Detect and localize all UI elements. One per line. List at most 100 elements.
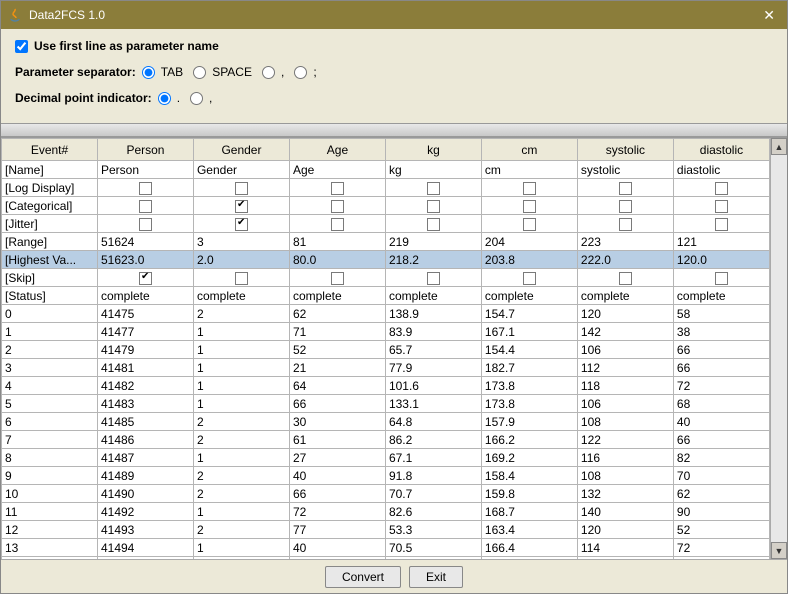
cell[interactable]: 223 [577, 233, 673, 251]
cell[interactable]: 122 [577, 431, 673, 449]
checkbox-cell[interactable] [235, 218, 248, 231]
cell[interactable]: kg [385, 161, 481, 179]
cell[interactable]: 40 [289, 467, 385, 485]
cell[interactable]: 120 [577, 521, 673, 539]
cell[interactable] [193, 179, 289, 197]
meta-row[interactable]: [Skip] [2, 269, 770, 287]
cell[interactable]: 80.0 [289, 251, 385, 269]
cell[interactable]: complete [193, 287, 289, 305]
checkbox-cell[interactable] [715, 200, 728, 213]
cell[interactable]: 41483 [97, 395, 193, 413]
cell[interactable]: 169.2 [481, 449, 577, 467]
cell[interactable]: 41475 [97, 305, 193, 323]
cell[interactable] [673, 197, 769, 215]
cell[interactable]: 168.7 [481, 503, 577, 521]
meta-row[interactable]: [Highest Va...51623.02.080.0218.2203.822… [2, 251, 770, 269]
cell[interactable]: 133.1 [385, 395, 481, 413]
checkbox-cell[interactable] [331, 182, 344, 195]
cell[interactable] [673, 269, 769, 287]
cell[interactable]: 116 [577, 449, 673, 467]
use-first-line-checkbox[interactable]: Use first line as parameter name [15, 39, 219, 53]
cell[interactable]: 132 [577, 485, 673, 503]
cell[interactable] [385, 215, 481, 233]
checkbox-cell[interactable] [523, 200, 536, 213]
cell[interactable]: 1 [193, 377, 289, 395]
cell[interactable]: 68 [673, 395, 769, 413]
cell[interactable]: 38 [673, 323, 769, 341]
data-row[interactable]: 14147717183.9167.114238 [2, 323, 770, 341]
data-row[interactable]: 24147915265.7154.410666 [2, 341, 770, 359]
data-row[interactable]: 441482164101.6173.811872 [2, 377, 770, 395]
cell[interactable] [97, 215, 193, 233]
cell[interactable]: 204 [481, 233, 577, 251]
cell[interactable]: 72 [289, 503, 385, 521]
cell[interactable]: 81 [289, 233, 385, 251]
checkbox-cell[interactable] [139, 272, 152, 285]
cell[interactable]: 66 [289, 485, 385, 503]
checkbox-cell[interactable] [619, 200, 632, 213]
cell[interactable]: 166.4 [481, 539, 577, 557]
cell[interactable]: 154.4 [481, 341, 577, 359]
cell[interactable]: 51623.0 [97, 251, 193, 269]
cell[interactable] [481, 269, 577, 287]
cell[interactable]: 66 [289, 395, 385, 413]
cell[interactable]: 21 [289, 359, 385, 377]
checkbox-cell[interactable] [523, 272, 536, 285]
cell[interactable] [385, 179, 481, 197]
data-row[interactable]: 64148523064.8157.910840 [2, 413, 770, 431]
checkbox-cell[interactable] [619, 218, 632, 231]
cell[interactable]: 121 [673, 233, 769, 251]
cell[interactable]: 83.9 [385, 323, 481, 341]
cell[interactable]: 1 [193, 395, 289, 413]
cell[interactable]: 77.9 [385, 359, 481, 377]
checkbox-cell[interactable] [715, 272, 728, 285]
cell[interactable]: 108 [577, 413, 673, 431]
cell[interactable]: 41490 [97, 485, 193, 503]
cell[interactable]: 173.8 [481, 377, 577, 395]
meta-row[interactable]: [Log Display] [2, 179, 770, 197]
cell[interactable]: 72 [673, 539, 769, 557]
cell[interactable]: 2 [193, 467, 289, 485]
cell[interactable]: 41494 [97, 539, 193, 557]
cell[interactable] [481, 215, 577, 233]
cell[interactable] [577, 269, 673, 287]
cell[interactable]: 61 [289, 431, 385, 449]
cell[interactable]: 2 [193, 305, 289, 323]
cell[interactable]: Person [97, 161, 193, 179]
cell[interactable]: 51624 [97, 233, 193, 251]
cell[interactable]: 66 [673, 341, 769, 359]
cell[interactable]: 114 [577, 539, 673, 557]
cell[interactable]: 163.4 [481, 521, 577, 539]
cell[interactable]: 90 [673, 503, 769, 521]
data-row[interactable]: 104149026670.7159.813262 [2, 485, 770, 503]
checkbox-cell[interactable] [331, 218, 344, 231]
cell[interactable]: 218.2 [385, 251, 481, 269]
cell[interactable]: 154.7 [481, 305, 577, 323]
cell[interactable]: 62 [673, 485, 769, 503]
cell[interactable]: 101.6 [385, 377, 481, 395]
data-row[interactable]: 84148712767.1169.211682 [2, 449, 770, 467]
meta-row[interactable]: [Status]completecompletecompletecomplete… [2, 287, 770, 305]
cell[interactable]: 108 [577, 467, 673, 485]
cell[interactable]: 77 [289, 521, 385, 539]
data-table[interactable]: Event#PersonGenderAgekgcmsystolicdiastol… [1, 138, 770, 559]
cell[interactable]: 41485 [97, 413, 193, 431]
column-header[interactable]: systolic [577, 139, 673, 161]
checkbox-cell[interactable] [235, 272, 248, 285]
cell[interactable]: 41492 [97, 503, 193, 521]
checkbox-cell[interactable] [139, 200, 152, 213]
cell[interactable]: 140 [577, 503, 673, 521]
checkbox-cell[interactable] [715, 218, 728, 231]
cell[interactable]: 1 [193, 449, 289, 467]
checkbox-cell[interactable] [427, 272, 440, 285]
dec-dot-radio[interactable]: . [158, 91, 180, 105]
checkbox-cell[interactable] [619, 182, 632, 195]
cell[interactable]: 159.8 [481, 485, 577, 503]
meta-row[interactable]: [Jitter] [2, 215, 770, 233]
close-button[interactable]: ✕ [757, 5, 781, 26]
cell[interactable] [577, 215, 673, 233]
sep-space-radio[interactable]: SPACE [193, 65, 252, 79]
cell[interactable]: 2 [193, 413, 289, 431]
meta-row[interactable]: [Range]51624381219204223121 [2, 233, 770, 251]
exit-button[interactable]: Exit [409, 566, 463, 588]
